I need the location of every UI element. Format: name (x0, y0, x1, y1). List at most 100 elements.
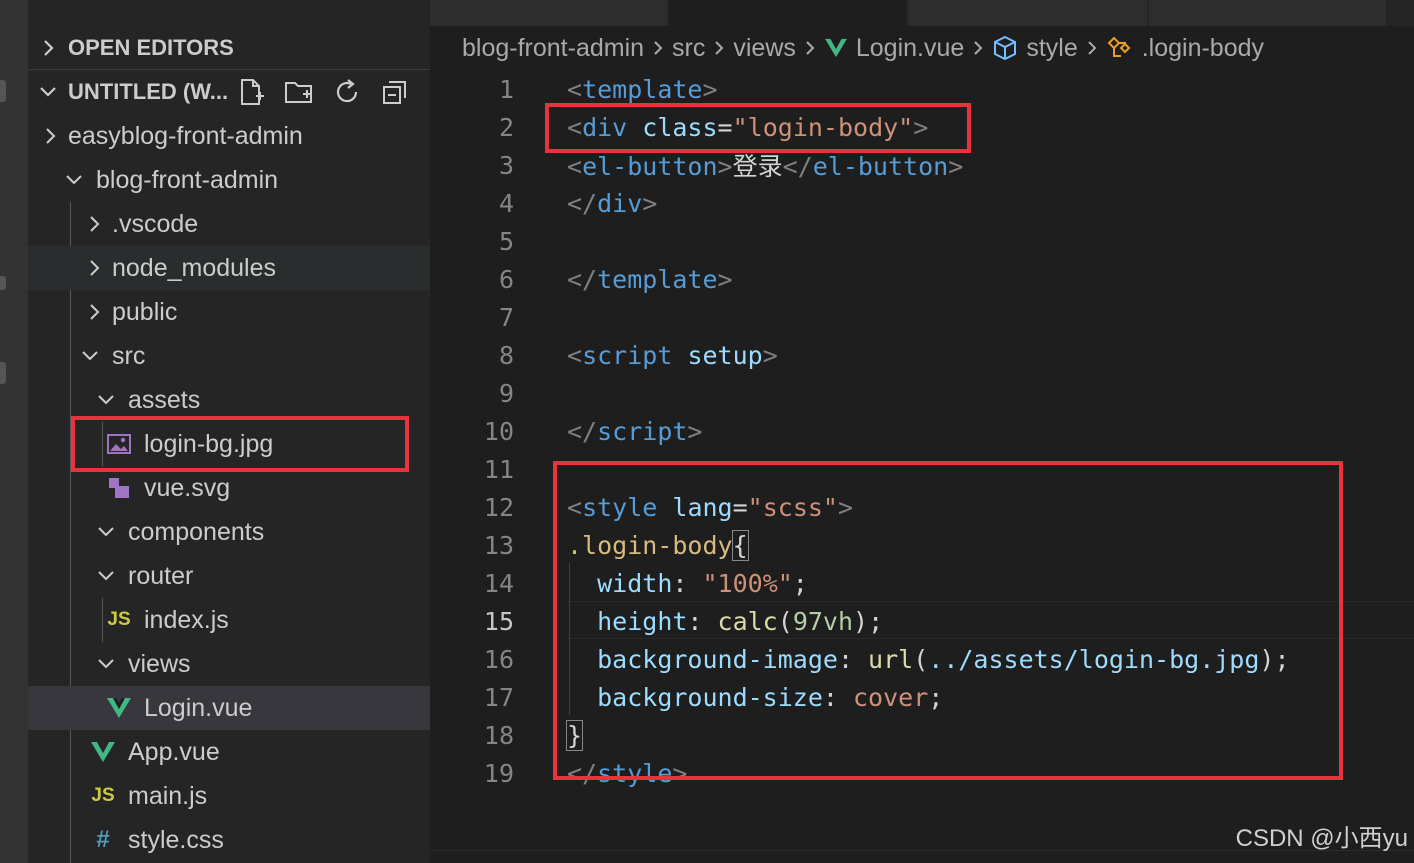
code-token: > (642, 188, 658, 218)
tree-item-label: style.css (128, 825, 224, 854)
code-token: 登录 (732, 152, 783, 181)
editor-tab[interactable] (1149, 0, 1387, 26)
tree-file-main-js[interactable]: JS main.js (28, 774, 430, 818)
js-file-icon: JS (107, 609, 131, 630)
tree-item-label: src (112, 341, 146, 370)
code-line[interactable]: 6 </template> (430, 260, 1414, 298)
highlight-box-div-class (545, 103, 971, 153)
code-token: </ (567, 416, 598, 446)
breadcrumb: blog-front-admin src views Login.vue sty… (430, 26, 1414, 70)
code-line[interactable]: 8 <script setup> (430, 336, 1414, 374)
line-number: 19 (483, 758, 514, 788)
tree-item-label: index.js (144, 605, 229, 634)
highlight-box-style-block (553, 461, 1343, 780)
breadcrumb-item[interactable]: .login-body (1142, 34, 1264, 63)
tree-file-style-css[interactable]: # style.css (28, 818, 430, 862)
line-number: 16 (483, 644, 514, 674)
chevron-right-icon (713, 39, 725, 57)
open-editors-header[interactable]: OPEN EDITORS (28, 26, 430, 70)
tree-item-label: router (128, 561, 194, 590)
tree-folder-public[interactable]: public (28, 290, 430, 334)
code-token: template (597, 264, 718, 294)
tree-folder-router[interactable]: router (28, 554, 430, 598)
activity-bar (0, 0, 28, 863)
tree-folder-components[interactable]: components (28, 510, 430, 554)
line-number: 6 (498, 264, 514, 294)
js-file-icon: JS (91, 785, 115, 806)
code-text: </script> (567, 417, 702, 446)
chevron-right-icon (80, 290, 108, 334)
code-line[interactable]: 4 </div> (430, 184, 1414, 222)
line-number: 5 (498, 226, 514, 256)
new-folder-icon[interactable] (282, 75, 316, 109)
new-file-icon[interactable] (234, 75, 268, 109)
code-token: el-button (582, 152, 718, 181)
tree-folder-node-modules[interactable]: node_modules (28, 246, 430, 290)
tree-folder-easyblog-front-admin[interactable]: easyblog-front-admin (28, 114, 430, 158)
vue-file-icon (824, 38, 848, 58)
editor-tab[interactable] (908, 0, 1148, 26)
tree-file-app-vue[interactable]: App.vue (28, 730, 430, 774)
code-token: div (597, 188, 643, 218)
tree-file-index-js[interactable]: JS index.js (28, 598, 430, 642)
breadcrumb-item[interactable]: Login.vue (856, 34, 964, 63)
code-text: <template> (567, 75, 718, 104)
line-number: 18 (483, 720, 514, 750)
line-number: 9 (498, 378, 514, 408)
code-token: > (762, 340, 778, 370)
chevron-down-icon (92, 510, 120, 554)
chevron-down-icon (92, 554, 120, 598)
tree-folder-src[interactable]: src (28, 334, 430, 378)
code-text: <script setup> (567, 341, 778, 370)
code-token: < (567, 152, 583, 181)
code-line[interactable]: 7 (430, 298, 1414, 336)
code-line[interactable]: 5 (430, 222, 1414, 260)
tree-file-login-vue[interactable]: Login.vue (28, 686, 430, 730)
code-token: </ (567, 188, 598, 218)
editor-tabs (430, 0, 1414, 26)
line-number: 4 (498, 188, 514, 218)
line-number: 1 (498, 74, 514, 104)
code-line[interactable]: 9 (430, 374, 1414, 412)
workspace-header[interactable]: UNTITLED (W... (28, 70, 430, 114)
collapse-all-icon[interactable] (378, 75, 412, 109)
code-token: template (582, 74, 703, 104)
highlight-box-login-bg (71, 416, 409, 472)
code-token: </ (782, 152, 813, 181)
editor-tab[interactable] (430, 0, 668, 26)
breadcrumb-item[interactable]: style (1026, 34, 1077, 63)
tree-folder-blog-front-admin[interactable]: blog-front-admin (28, 158, 430, 202)
class-icon (1106, 35, 1134, 61)
code-token: script (582, 340, 673, 370)
chevron-right-icon (652, 39, 664, 57)
vue-file-icon (86, 730, 120, 774)
code-text: </div> (567, 189, 657, 218)
tree-item-label: components (128, 517, 265, 546)
chevron-down-icon (76, 334, 104, 378)
chevron-right-icon (28, 38, 68, 58)
watermark: CSDN @小西yu (1235, 825, 1408, 852)
refresh-icon[interactable] (330, 75, 364, 109)
breadcrumb-item[interactable]: views (733, 34, 796, 63)
css-file-icon: # (96, 826, 110, 853)
line-number: 10 (483, 416, 514, 446)
code-text: </template> (567, 265, 733, 294)
tree-folder-vscode[interactable]: .vscode (28, 202, 430, 246)
code-line[interactable]: 10 </script> (430, 412, 1414, 450)
tree-item-label: main.js (128, 781, 208, 810)
chevron-right-icon (1086, 39, 1098, 57)
line-number: 7 (498, 302, 514, 332)
editor-tab-active[interactable] (669, 0, 907, 26)
code-token: < (567, 74, 583, 104)
chevron-down-icon (28, 84, 68, 100)
tree-folder-views[interactable]: views (28, 642, 430, 686)
tree-file-vue-svg[interactable]: vue.svg (28, 466, 430, 510)
open-editors-label: OPEN EDITORS (68, 35, 234, 60)
tree-item-label: public (112, 297, 178, 326)
breadcrumb-item[interactable]: blog-front-admin (462, 34, 644, 63)
vue-file-icon (102, 686, 136, 730)
tree-item-label: .vscode (112, 209, 199, 238)
chevron-down-icon (60, 158, 88, 202)
breadcrumb-item[interactable]: src (672, 34, 705, 63)
chevron-right-icon (80, 202, 108, 246)
